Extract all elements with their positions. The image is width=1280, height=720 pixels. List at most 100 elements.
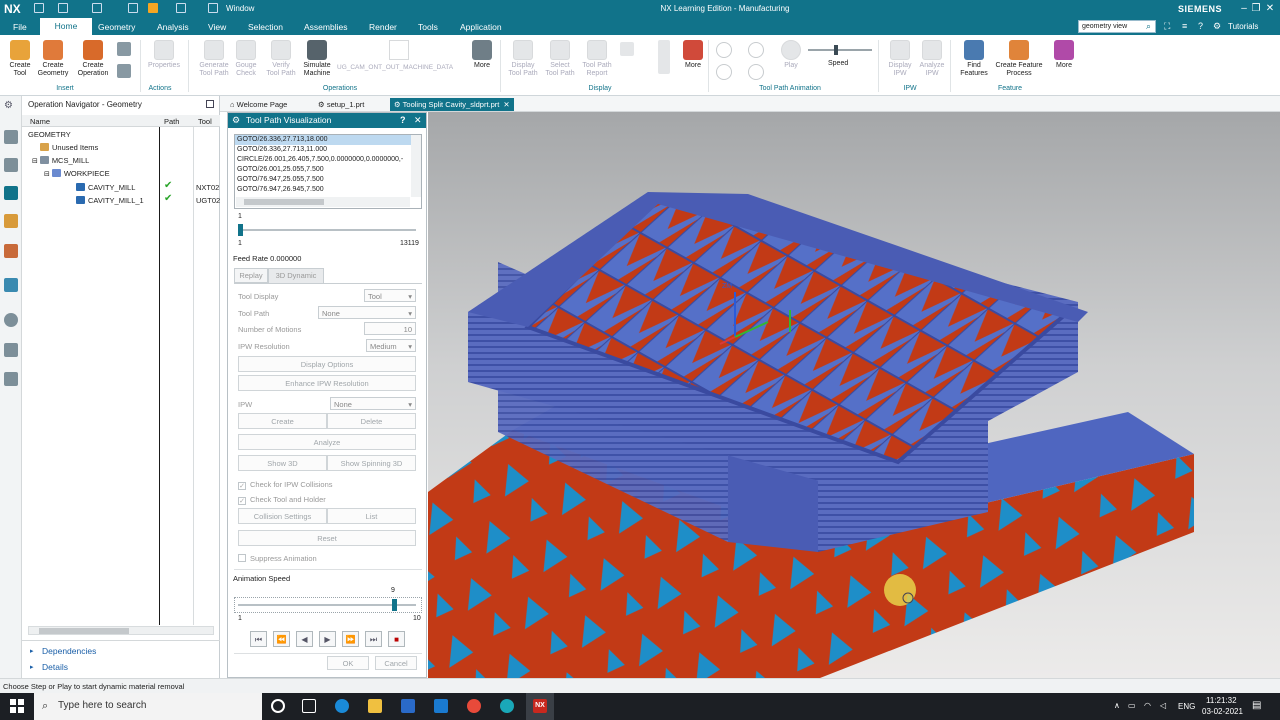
fullscreen-icon[interactable]: ⛶ — [1164, 21, 1170, 32]
create-feature-process-button[interactable]: Create Feature Process — [992, 40, 1046, 78]
help-icon[interactable]: ? — [400, 115, 406, 125]
more-operations-button[interactable]: More — [464, 40, 500, 70]
task-view-icon[interactable] — [302, 699, 316, 713]
redo-icon[interactable] — [92, 3, 102, 13]
create-operation-button[interactable]: Create Operation — [75, 40, 111, 78]
list-vscrollbar[interactable] — [411, 135, 421, 197]
go-to-end-button[interactable]: ⏭ — [365, 631, 382, 647]
check-ipw-collisions[interactable]: ✓ Check for IPW Collisions — [238, 480, 333, 490]
tree-row[interactable]: ⊟ WORKPIECE — [44, 169, 110, 178]
feature-navigator-icon[interactable] — [4, 244, 18, 258]
ipw-select[interactable]: None ▾ — [330, 397, 416, 410]
simulate-machine-button[interactable]: Simulate Machine — [299, 40, 335, 78]
clock-time[interactable]: 11:21:32 — [1206, 696, 1237, 705]
show-spinning-3d-button[interactable]: Show Spinning 3D — [327, 455, 416, 471]
tree-row[interactable]: CAVITY_MILL_1 — [76, 196, 144, 205]
generate-tool-path-button[interactable]: Generate Tool Path — [196, 40, 232, 78]
menu-tools[interactable]: Tools — [418, 22, 438, 32]
analyze-ipw-button[interactable]: Analyze IPW — [914, 40, 950, 78]
expand-icon[interactable]: ▸ — [30, 647, 34, 655]
menu-render[interactable]: Render — [369, 22, 397, 32]
tab-3d-dynamic[interactable]: 3D Dynamic — [268, 268, 324, 283]
details-panel[interactable]: Details — [42, 662, 68, 672]
ipw-resolution-select[interactable]: Medium ▾ — [366, 339, 416, 352]
tool-display-select[interactable]: Tool ▾ — [364, 289, 416, 302]
machine-tool-navigator-icon[interactable] — [4, 214, 18, 228]
checkbox-unchecked-icon[interactable] — [238, 554, 246, 562]
clock-date[interactable]: 03-02-2021 — [1202, 707, 1243, 716]
web-browser-icon[interactable] — [4, 278, 18, 292]
taskbar-search-input[interactable]: Type here to search — [34, 693, 262, 720]
checkbox-checked-icon[interactable]: ✓ — [238, 482, 246, 490]
windows-start-icon[interactable] — [10, 699, 24, 713]
list-button[interactable]: List — [327, 508, 416, 524]
maximize-panel-icon[interactable] — [206, 100, 214, 108]
motions-input[interactable]: 10 — [364, 322, 416, 335]
analyze-button[interactable]: Analyze — [238, 434, 416, 450]
menu-analysis[interactable]: Analysis — [157, 22, 189, 32]
ok-button[interactable]: OK — [327, 656, 369, 670]
create-geometry-button[interactable]: Create Geometry — [35, 40, 71, 78]
verify-tool-path-button[interactable]: Verify Tool Path — [263, 40, 299, 78]
graphics-viewport[interactable]: ZM — [428, 112, 1280, 678]
navigator-hscrollbar[interactable] — [28, 626, 214, 635]
play-button[interactable]: Play — [773, 40, 809, 70]
create-button[interactable]: Create — [238, 413, 327, 429]
language-indicator[interactable]: ENG — [1178, 702, 1195, 711]
gear-icon[interactable]: ⚙ — [232, 115, 240, 126]
menu-selection[interactable]: Selection — [248, 22, 283, 32]
wifi-icon[interactable]: ◠ — [1144, 701, 1151, 710]
command-search-input[interactable]: geometry view — [1078, 20, 1156, 33]
show-3d-button[interactable]: Show 3D — [238, 455, 327, 471]
speed-slider-thumb[interactable] — [392, 599, 397, 611]
dependencies-panel[interactable]: Dependencies — [42, 646, 96, 656]
app-icon[interactable] — [500, 699, 514, 713]
volume-icon[interactable]: ◁ — [1160, 701, 1166, 710]
stop-button[interactable]: ■ — [388, 631, 405, 647]
constraint-navigator-icon[interactable] — [4, 158, 18, 172]
list-item[interactable]: GOTO/26.336,27.713,11.000 — [235, 145, 421, 155]
assembly-navigator-icon[interactable] — [4, 130, 18, 144]
copy-icon[interactable] — [128, 3, 138, 13]
menu-assemblies[interactable]: Assemblies — [304, 22, 347, 32]
settings-icon[interactable]: ⚙ — [1213, 21, 1221, 32]
arrow-stack-icon[interactable] — [658, 40, 670, 74]
file-explorer-icon[interactable] — [368, 699, 382, 713]
list-item[interactable]: GOTO/76.947,25.055,7.500 — [235, 175, 421, 185]
collision-settings-button[interactable]: Collision Settings — [238, 508, 327, 524]
network-icon[interactable]: ▭ — [1128, 701, 1136, 710]
column-path[interactable]: Path — [164, 117, 179, 126]
next-icon[interactable] — [748, 64, 764, 80]
menu-view[interactable]: View — [208, 22, 226, 32]
more-feature-button[interactable]: More — [1046, 40, 1082, 70]
previous-icon[interactable] — [716, 64, 732, 80]
search-icon[interactable]: ⌕ — [1146, 21, 1151, 32]
scroll-thumb[interactable] — [39, 628, 129, 634]
menu-geometry[interactable]: Geometry — [98, 22, 135, 32]
tool-path-report-button[interactable]: Tool Path Report — [579, 40, 615, 78]
reuse-library-icon[interactable] — [4, 372, 18, 386]
edit-object-icon[interactable] — [117, 42, 131, 56]
tab-tooling-split-cavity[interactable]: ⚙ Tooling Split Cavity_sldprt.prt ✕ — [390, 98, 514, 111]
play-backward-button[interactable]: ◀ — [296, 631, 313, 647]
more-display-button[interactable]: More — [675, 40, 711, 70]
step-forward-button[interactable]: ⏩ — [342, 631, 359, 647]
tree-row[interactable]: ⊟ MCS_MILL — [32, 156, 89, 165]
roles-icon[interactable] — [4, 343, 18, 357]
column-name[interactable]: Name — [30, 117, 50, 126]
properties-button[interactable]: Properties — [146, 40, 182, 70]
restore-icon[interactable]: ❐ — [1250, 3, 1262, 15]
enhance-ipw-button[interactable]: Enhance IPW Resolution — [238, 375, 416, 391]
transform-icon[interactable] — [117, 64, 131, 78]
machine-data-button[interactable]: UG_CAM_ONT_OUT_MACHINE_DATA — [337, 64, 453, 71]
close-tab-icon[interactable]: ✕ — [503, 100, 509, 109]
cortana-icon[interactable] — [271, 699, 285, 713]
menu-file[interactable]: File — [13, 22, 27, 32]
find-features-button[interactable]: Find Features — [956, 40, 992, 78]
close-icon[interactable]: ✕ — [1264, 3, 1276, 15]
create-tool-button[interactable]: Create Tool — [2, 40, 38, 78]
cancel-button[interactable]: Cancel — [375, 656, 417, 670]
chrome-icon[interactable] — [467, 699, 481, 713]
display-options-icon[interactable] — [620, 42, 634, 56]
play-forward-button[interactable]: ▶ — [319, 631, 336, 647]
